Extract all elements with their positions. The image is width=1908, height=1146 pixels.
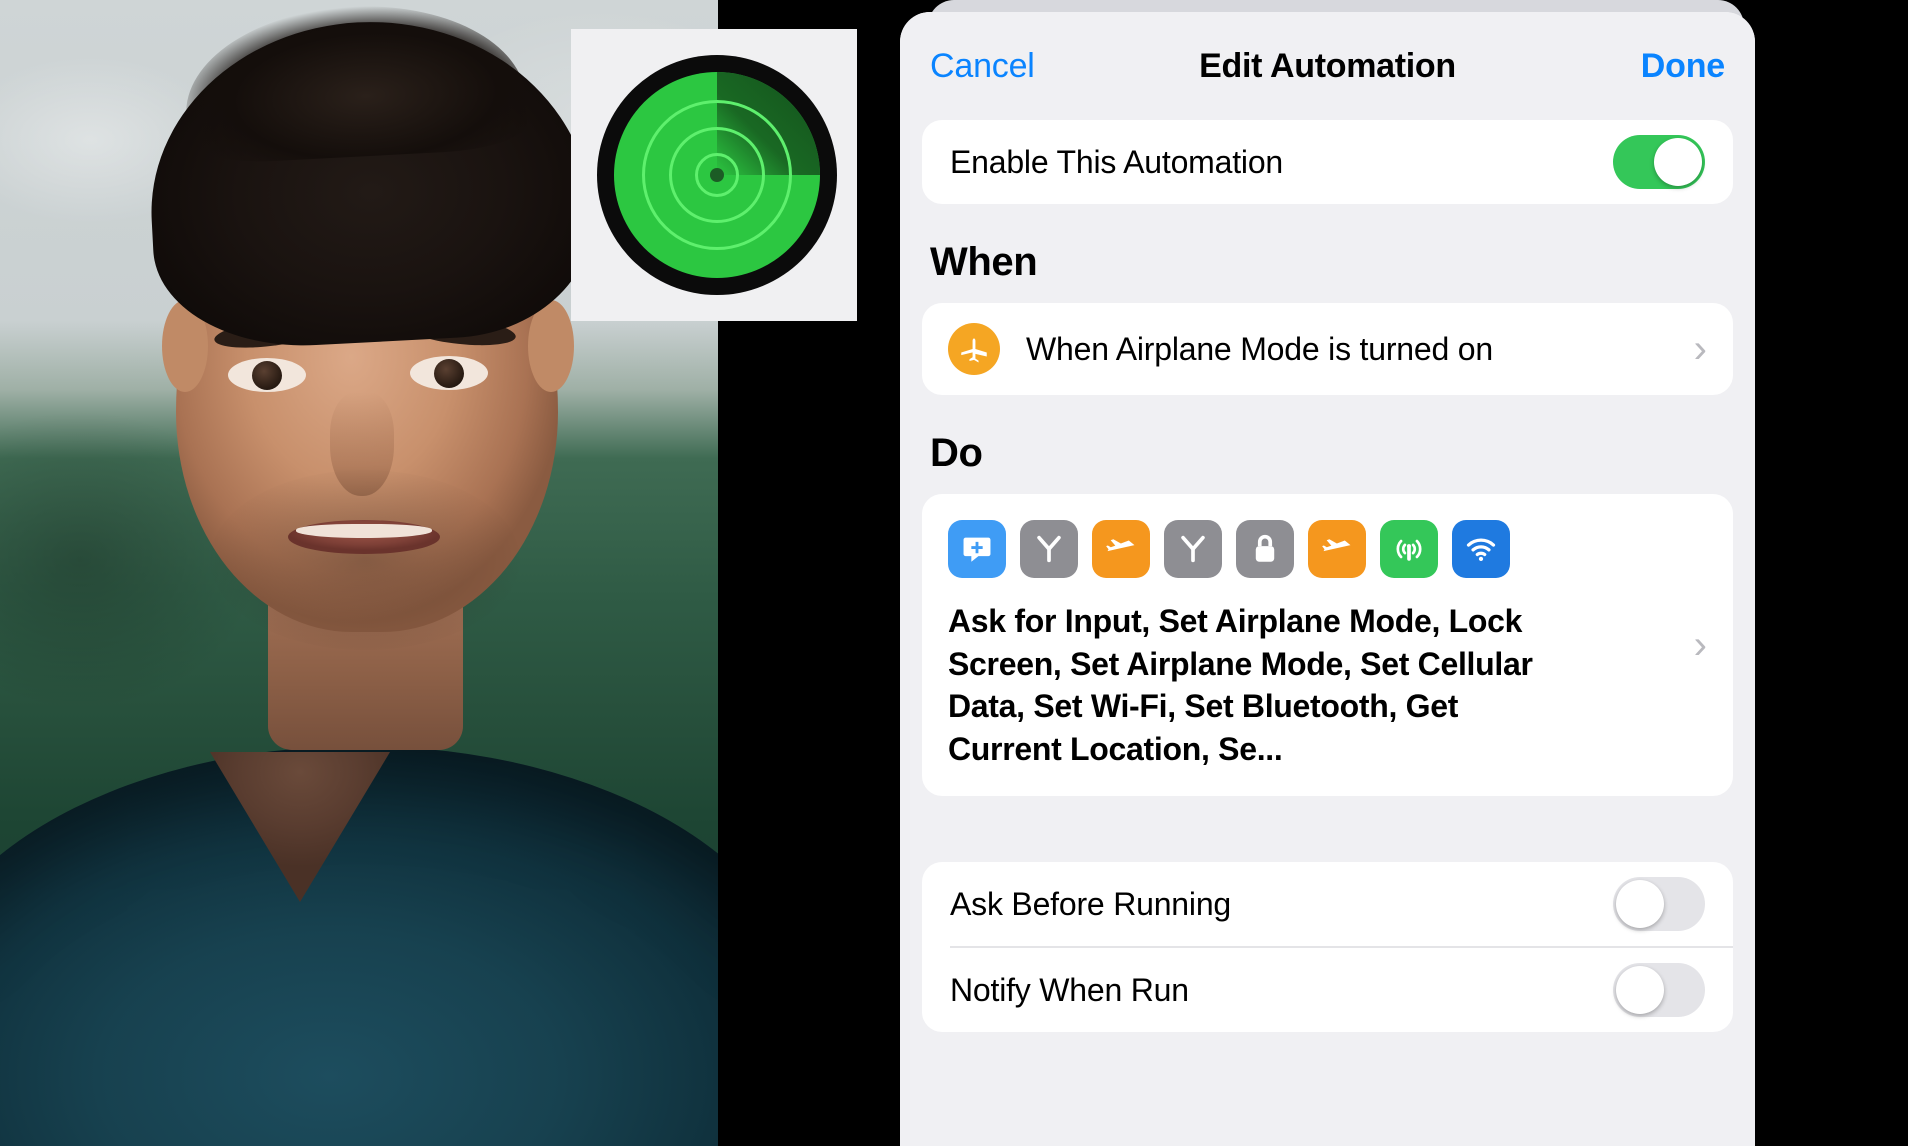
enable-automation-row[interactable]: Enable This Automation — [922, 120, 1733, 204]
automation-options-card: Ask Before Running Notify When Run — [922, 862, 1733, 1033]
photo-eye-left — [228, 358, 306, 392]
notify-when-run-row[interactable]: Notify When Run — [922, 948, 1733, 1032]
toggle-knob — [1616, 880, 1664, 929]
enable-automation-toggle[interactable] — [1613, 135, 1705, 189]
enable-automation-card: Enable This Automation — [922, 120, 1733, 204]
wifi-icon — [1452, 520, 1510, 578]
branch-icon-2 — [1164, 520, 1222, 578]
when-trigger-card: When Airplane Mode is turned on › — [922, 303, 1733, 395]
cellular-data-icon — [1380, 520, 1438, 578]
enable-automation-label: Enable This Automation — [950, 143, 1284, 180]
find-my-radar-icon — [597, 55, 837, 295]
done-button[interactable]: Done — [1641, 47, 1725, 86]
branch-icon-1 — [1020, 520, 1078, 578]
navigation-bar: Cancel Edit Automation Done — [900, 12, 1755, 120]
ask-before-running-row[interactable]: Ask Before Running — [922, 862, 1733, 946]
do-actions-content: Ask for Input, Set Airplane Mode, Lock S… — [948, 520, 1678, 770]
cancel-button[interactable]: Cancel — [930, 47, 1035, 86]
toggle-knob — [1616, 966, 1664, 1015]
airplane-mode-icon-1 — [1092, 520, 1150, 578]
do-actions-description: Ask for Input, Set Airplane Mode, Lock S… — [948, 603, 1533, 767]
ask-for-input-icon — [948, 520, 1006, 578]
ask-before-running-toggle[interactable] — [1613, 877, 1705, 932]
notify-when-run-toggle[interactable] — [1613, 963, 1705, 1018]
chevron-right-icon: › — [1693, 622, 1707, 667]
lock-screen-icon — [1236, 520, 1294, 578]
do-section-title: Do — [930, 431, 983, 475]
radar-center-dot — [710, 168, 724, 182]
ask-before-running-label: Ask Before Running — [950, 885, 1232, 922]
airplane-mode-icon-2 — [1308, 520, 1366, 578]
when-section-title: When — [930, 240, 1038, 284]
photo-mouth — [288, 520, 440, 554]
notify-when-run-label: Notify When Run — [950, 971, 1189, 1008]
radar-face — [614, 72, 820, 278]
chevron-right-icon: › — [1693, 327, 1707, 371]
photo-shirt — [0, 746, 718, 1146]
screenshot-root: Cancel Edit Automation Done Enable This … — [0, 0, 1908, 1146]
do-actions-card[interactable]: Ask for Input, Set Airplane Mode, Lock S… — [922, 494, 1733, 797]
trigger-label: When Airplane Mode is turned on — [1026, 330, 1493, 367]
photo-eye-right — [410, 356, 488, 390]
photo-nose — [330, 392, 394, 496]
toggle-knob — [1654, 138, 1702, 186]
trigger-row-airplane-mode[interactable]: When Airplane Mode is turned on › — [922, 303, 1733, 395]
photo-stubble — [210, 470, 520, 650]
action-icons-row — [948, 520, 1678, 578]
edit-automation-sheet: Cancel Edit Automation Done Enable This … — [900, 12, 1755, 1146]
find-my-app-icon-card — [571, 29, 857, 321]
airplane-icon — [948, 323, 1000, 375]
